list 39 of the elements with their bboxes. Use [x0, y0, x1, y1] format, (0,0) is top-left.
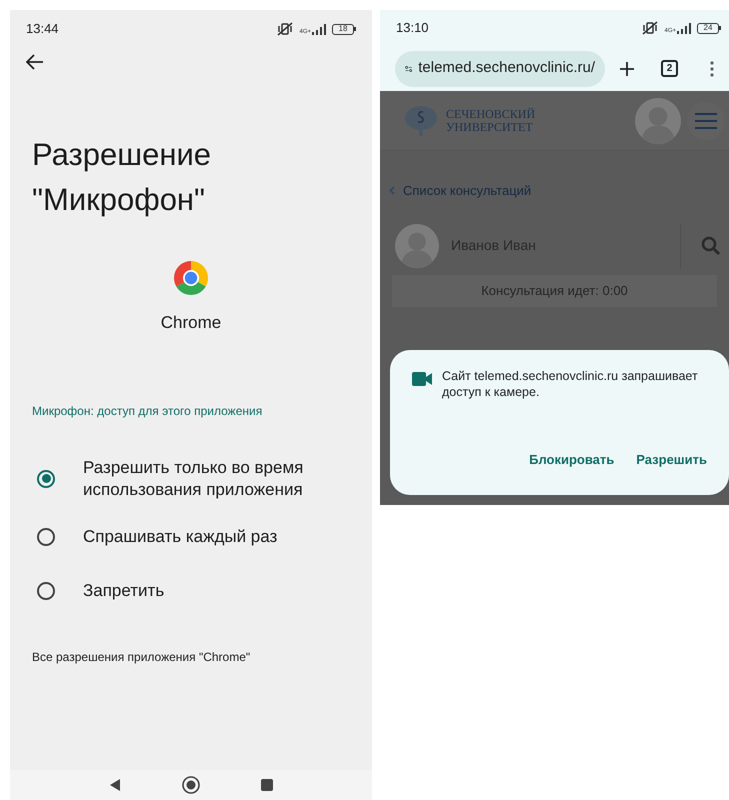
radio-button[interactable]	[37, 582, 55, 600]
nav-home-icon[interactable]	[182, 776, 200, 794]
status-time: 13:10	[396, 19, 429, 38]
avatar-icon	[635, 98, 681, 144]
all-permissions-link[interactable]: Все разрешения приложения "Chrome"	[32, 648, 372, 666]
section-label: Микрофон: доступ для этого приложения	[32, 402, 264, 420]
new-tab-icon[interactable]	[619, 60, 635, 76]
tree-logo-icon	[404, 104, 438, 136]
chrome-logo-icon	[173, 260, 209, 296]
consultation-status: Консультация идет: 0:00	[392, 274, 717, 306]
avatar-icon	[395, 224, 439, 268]
status-time: 13:44	[26, 20, 59, 38]
address-bar[interactable]: telemed.sechenovclinic.ru/	[395, 50, 605, 86]
battery-indicator: 18	[332, 24, 356, 34]
chevron-left-icon	[389, 186, 395, 196]
more-options-icon[interactable]	[710, 60, 714, 76]
signal-icon	[677, 22, 691, 34]
radio-button[interactable]	[37, 470, 55, 488]
menu-icon	[695, 112, 717, 128]
signal-icon	[312, 24, 326, 34]
tab-count-button[interactable]: 2	[661, 60, 678, 77]
nav-recents-icon[interactable]	[260, 778, 274, 792]
back-arrow-icon[interactable]	[26, 54, 44, 70]
muted-vibrate-icon	[642, 21, 658, 35]
nav-back-icon[interactable]	[108, 778, 122, 792]
dialog-action-button[interactable]: Разрешить	[636, 450, 707, 469]
university-logo-text: СЕЧЕНОВСКИЙ	[446, 108, 536, 120]
radio-button[interactable]	[37, 528, 55, 546]
app-name: Chrome	[160, 312, 222, 334]
page-title: Разрешение "Микрофон"	[32, 136, 212, 219]
video-camera-icon	[412, 372, 432, 386]
muted-vibrate-icon	[277, 22, 294, 36]
dialog-action-button[interactable]: Блокировать	[529, 450, 614, 469]
university-logo-text: УНИВЕРСИТЕТ	[446, 120, 534, 134]
dialog-message: Сайт telemed.sechenovclinic.ru запрашивает доступ к камере.	[442, 368, 699, 400]
permission-option[interactable]: Разрешить только во время использования приложения	[10, 448, 372, 510]
battery-indicator: 24	[697, 22, 721, 34]
permission-option[interactable]: Запретить	[10, 564, 372, 618]
permission-option[interactable]: Спрашивать каждый раз	[10, 510, 372, 564]
